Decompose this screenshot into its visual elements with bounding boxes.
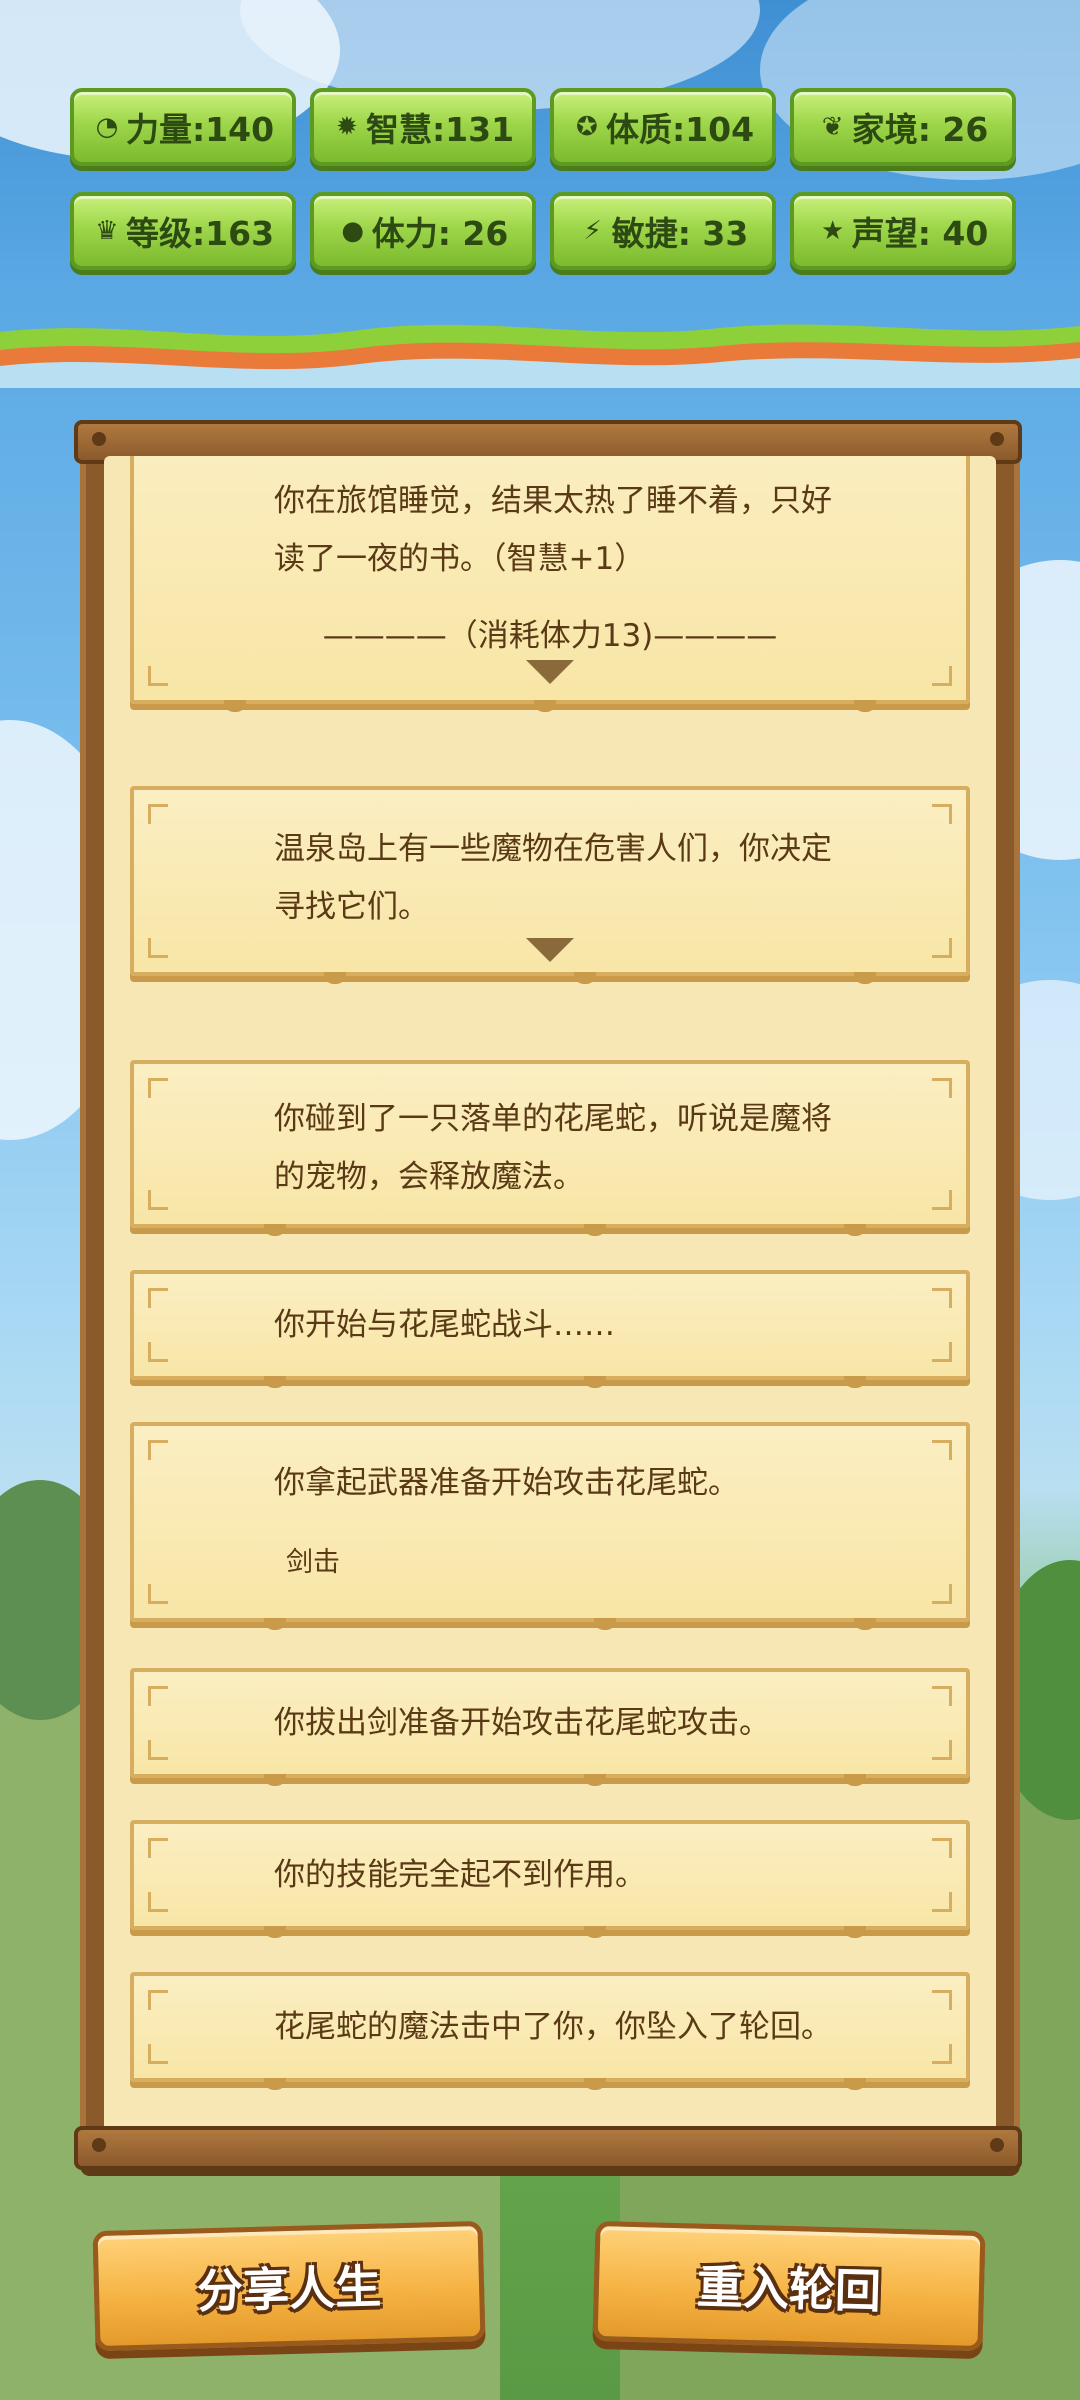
log-entry: 温泉岛上有一些魔物在危害人们，你决定 寻找它们。 bbox=[130, 786, 970, 984]
share-life-button[interactable]: 分享人生 bbox=[92, 2220, 486, 2352]
agility-icon: ⚡ bbox=[583, 216, 602, 246]
log-line: 温泉岛上有一些魔物在危害人们，你决定 bbox=[274, 831, 832, 867]
stat-badge-fame: ★ 声望: 40 bbox=[790, 192, 1016, 270]
stat-badge-strength: ◔ 力量:140 bbox=[70, 88, 296, 166]
log-line: 你拔出剑准备开始攻击花尾蛇攻击。 bbox=[274, 1705, 770, 1741]
constitution-icon: ✪ bbox=[576, 112, 598, 142]
log-entry: 你碰到了一只落单的花尾蛇，听说是魔将 的宠物，会释放魔法。 bbox=[130, 1060, 970, 1236]
stat-label: 声望: 40 bbox=[851, 214, 989, 253]
log-line: 你拿起武器准备开始攻击花尾蛇。 bbox=[274, 1465, 739, 1501]
log-line: 花尾蛇的魔法击中了你，你坠入了轮回。 bbox=[274, 2009, 832, 2045]
log-entry: 你开始与花尾蛇战斗…… bbox=[130, 1270, 970, 1388]
stat-label: 体质:104 bbox=[605, 110, 755, 149]
log-entry-text: 花尾蛇的魔法击中了你，你坠入了轮回。 bbox=[274, 1998, 926, 2056]
log-entry: 你的技能完全起不到作用。 bbox=[130, 1820, 970, 1938]
stamina-cost-divider: ————（消耗体力13)———— bbox=[322, 618, 778, 654]
skill-name: 剑击 bbox=[286, 1547, 340, 1578]
log-entry-text: 你拿起武器准备开始攻击花尾蛇。 bbox=[274, 1454, 926, 1512]
log-entry: 你在旅馆睡觉，结果太热了睡不着，只好 读了一夜的书。（智慧+1） ————（消耗… bbox=[130, 456, 970, 712]
family-icon: ❦ bbox=[821, 112, 844, 142]
stat-badge-family: ❦ 家境: 26 bbox=[790, 88, 1016, 166]
log-line: 你的技能完全起不到作用。 bbox=[274, 1857, 646, 1893]
grass-border bbox=[0, 324, 1080, 388]
log-entry-text: 你碰到了一只落单的花尾蛇，听说是魔将 的宠物，会释放魔法。 bbox=[274, 1090, 926, 1206]
stat-badge-agility: ⚡ 敏捷: 33 bbox=[550, 192, 776, 270]
log-line: 你开始与花尾蛇战斗…… bbox=[274, 1307, 615, 1343]
scroll-bottom-rod bbox=[74, 2126, 1022, 2170]
log-entry: 你拔出剑准备开始攻击花尾蛇攻击。 bbox=[130, 1668, 970, 1786]
log-line: 读了一夜的书。（智慧+1） bbox=[274, 541, 646, 577]
expand-arrow-icon[interactable] bbox=[526, 660, 574, 684]
log-entry-text: 你拔出剑准备开始攻击花尾蛇攻击。 bbox=[274, 1694, 926, 1752]
expand-arrow-icon[interactable] bbox=[526, 938, 574, 962]
strength-icon: ◔ bbox=[95, 112, 119, 142]
event-log-scroll[interactable]: 你在旅馆睡觉，结果太热了睡不着，只好 读了一夜的书。（智慧+1） ————（消耗… bbox=[104, 456, 996, 2132]
log-entry-text: 你在旅馆睡觉，结果太热了睡不着，只好 读了一夜的书。（智慧+1） bbox=[274, 472, 926, 588]
stat-badge-wisdom: ✹ 智慧:131 bbox=[310, 88, 536, 166]
stamina-icon: ● bbox=[341, 216, 365, 246]
stat-label: 家境: 26 bbox=[851, 110, 989, 149]
fame-icon: ★ bbox=[821, 216, 845, 246]
attribute-panel: ◔ 力量:140 ✹ 智慧:131 ✪ 体质:104 ❦ 家境: 26 ♛ 等级… bbox=[70, 88, 1016, 270]
stat-label: 智慧:131 bbox=[365, 110, 515, 149]
log-line: 你在旅馆睡觉，结果太热了睡不着，只好 bbox=[274, 483, 832, 519]
reincarnate-button[interactable]: 重入轮回 bbox=[592, 2220, 986, 2352]
stat-label: 等级:163 bbox=[125, 214, 275, 253]
log-entry-text: 你的技能完全起不到作用。 bbox=[274, 1846, 926, 1904]
log-entry: 你拿起武器准备开始攻击花尾蛇。 剑击 bbox=[130, 1422, 970, 1630]
stat-label: 敏捷: 33 bbox=[611, 214, 749, 253]
log-entry-text: 温泉岛上有一些魔物在危害人们，你决定 寻找它们。 bbox=[274, 820, 926, 936]
stat-badge-level: ♛ 等级:163 bbox=[70, 192, 296, 270]
stat-label: 力量:140 bbox=[125, 110, 275, 149]
log-entry-text: 你开始与花尾蛇战斗…… bbox=[274, 1296, 926, 1354]
stat-badge-stamina: ● 体力: 26 bbox=[310, 192, 536, 270]
stat-badge-constitution: ✪ 体质:104 bbox=[550, 88, 776, 166]
stat-label: 体力: 26 bbox=[371, 214, 509, 253]
log-line: 的宠物，会释放魔法。 bbox=[274, 1159, 584, 1195]
log-line: 寻找它们。 bbox=[274, 889, 429, 925]
crown-icon: ♛ bbox=[95, 216, 119, 246]
wisdom-icon: ✹ bbox=[336, 112, 358, 142]
log-entry: 花尾蛇的魔法击中了你，你坠入了轮回。 bbox=[130, 1972, 970, 2090]
log-line: 你碰到了一只落单的花尾蛇，听说是魔将 bbox=[274, 1101, 832, 1137]
